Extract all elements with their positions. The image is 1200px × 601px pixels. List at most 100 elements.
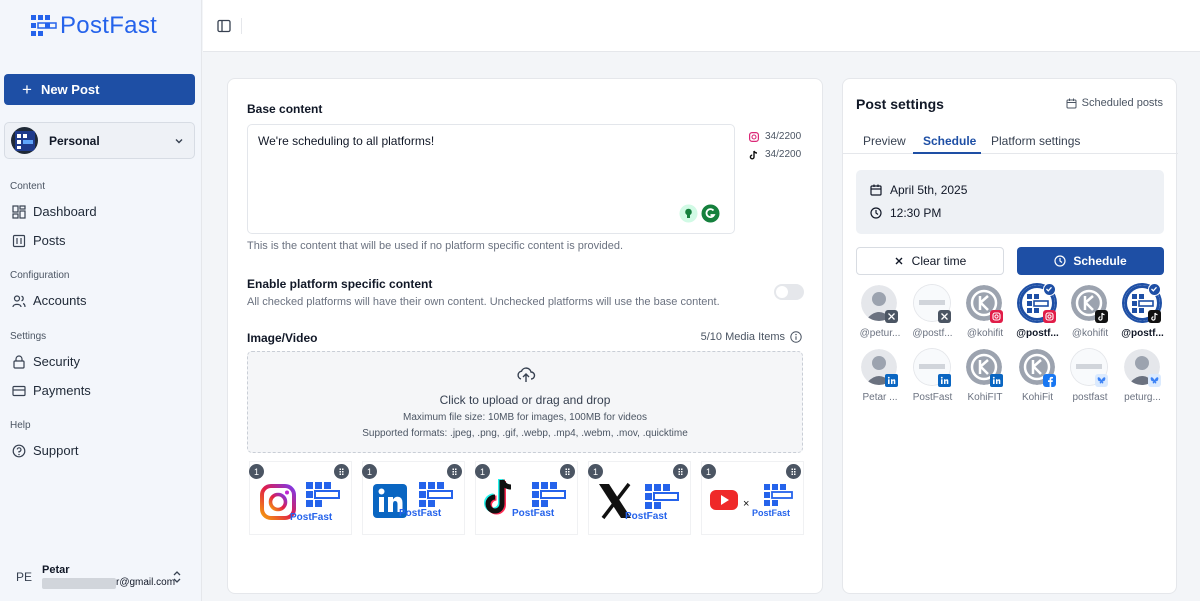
media-caption: PostFast bbox=[290, 512, 333, 523]
post-settings-title: Post settings bbox=[856, 96, 944, 112]
tiktok-char-counter: 34/2200 bbox=[749, 149, 801, 160]
clock-icon bbox=[870, 207, 882, 219]
base-content-input[interactable]: We're scheduling to all platforms! bbox=[247, 124, 735, 234]
sidebar-toggle-icon[interactable] bbox=[217, 19, 231, 33]
schedule-time-text: 12:30 PM bbox=[890, 206, 942, 220]
account-tiktok-4[interactable]: @kohifit bbox=[1067, 285, 1117, 343]
tab-preview[interactable]: Preview bbox=[863, 134, 906, 148]
media-dropzone[interactable]: Click to upload or drag and drop Maximum… bbox=[247, 351, 803, 453]
nav-support[interactable]: Support bbox=[12, 443, 79, 458]
media-separator: × bbox=[743, 498, 750, 510]
upload-cloud-icon bbox=[517, 367, 536, 382]
nav-payments-label: Payments bbox=[33, 383, 91, 398]
account-name: @kohifit bbox=[966, 328, 1004, 339]
plus-icon: + bbox=[22, 80, 32, 99]
dropzone-formats-text: Supported formats: .jpeg, .png, .gif, .w… bbox=[362, 428, 688, 439]
user-initials: PE bbox=[16, 570, 33, 584]
x-postfast-image bbox=[599, 482, 679, 520]
facebook-icon bbox=[1042, 374, 1056, 387]
user-email: r@gmail.com bbox=[116, 577, 176, 588]
account-name: KohiFit bbox=[1021, 392, 1054, 403]
instagram-icon bbox=[749, 131, 759, 142]
grammarly-icon[interactable] bbox=[701, 204, 720, 223]
new-post-button[interactable]: + New Post bbox=[4, 74, 195, 105]
dropzone-size-text: Maximum file size: 10MB for images, 100M… bbox=[403, 412, 647, 423]
tab-schedule[interactable]: Schedule bbox=[923, 134, 976, 148]
tiktok-icon bbox=[749, 150, 758, 159]
nav-dashboard[interactable]: Dashboard bbox=[12, 204, 97, 219]
account-name: @kohifit bbox=[1071, 328, 1109, 339]
scheduled-posts-link[interactable]: Scheduled posts bbox=[1066, 97, 1163, 109]
media-thumbnail[interactable]: 1 PostFast bbox=[588, 461, 691, 535]
active-tab-indicator bbox=[913, 152, 981, 154]
info-icon[interactable] bbox=[790, 331, 802, 343]
nav-accounts[interactable]: Accounts bbox=[12, 293, 86, 308]
media-thumbnail[interactable]: 1 PostFast bbox=[362, 461, 465, 535]
account-name: @petur... bbox=[859, 328, 901, 339]
nav-posts[interactable]: Posts bbox=[12, 233, 66, 248]
account-bluesky-11[interactable]: peturg... bbox=[1120, 349, 1170, 407]
account-facebook-9[interactable]: KohiFit bbox=[1015, 349, 1065, 407]
close-icon bbox=[895, 257, 903, 265]
tiktok-icon bbox=[1147, 310, 1161, 323]
platform-content-hint: All checked platforms will have their ow… bbox=[247, 296, 720, 308]
user-name: Petar bbox=[42, 564, 70, 576]
clock-icon bbox=[1054, 255, 1066, 267]
platform-content-toggle[interactable] bbox=[774, 284, 804, 300]
account-tiktok-5[interactable]: @postf... bbox=[1120, 283, 1170, 343]
lightbulb-icon[interactable] bbox=[679, 204, 698, 223]
media-caption: PostFast bbox=[512, 508, 555, 519]
account-bluesky-10[interactable]: postfast bbox=[1067, 349, 1117, 407]
user-menu[interactable]: PE Petar r@gmail.com bbox=[16, 562, 191, 592]
nav-support-label: Support bbox=[33, 443, 79, 458]
account-instagram-3[interactable]: @postf... bbox=[1015, 283, 1065, 343]
media-count-text: 5/10 Media Items bbox=[700, 331, 785, 343]
textarea-tools bbox=[679, 204, 720, 223]
tab-platform-settings[interactable]: Platform settings bbox=[991, 134, 1080, 148]
account-linkedin-7[interactable]: PostFast bbox=[910, 349, 960, 407]
account-name: postfast bbox=[1072, 392, 1108, 403]
base-content-hint: This is the content that will be used if… bbox=[247, 240, 624, 252]
media-thumbnail[interactable]: 1 × PostFast bbox=[701, 461, 804, 535]
schedule-datetime[interactable]: April 5th, 2025 12:30 PM bbox=[856, 170, 1164, 234]
nav-posts-label: Posts bbox=[33, 233, 66, 248]
card-icon bbox=[12, 385, 26, 396]
account-instagram-2[interactable]: @kohifit bbox=[962, 285, 1012, 343]
dashboard-icon bbox=[12, 204, 26, 219]
dropzone-main-text: Click to upload or drag and drop bbox=[439, 393, 611, 407]
workspace-selector[interactable]: Personal bbox=[4, 122, 195, 159]
scheduled-posts-label: Scheduled posts bbox=[1081, 97, 1163, 109]
schedule-time: 12:30 PM bbox=[870, 206, 941, 220]
account-name: @postf... bbox=[1121, 328, 1164, 339]
tiktok-icon bbox=[1095, 310, 1108, 323]
section-title-configuration: Configuration bbox=[10, 270, 70, 281]
nav-security[interactable]: Security bbox=[12, 354, 80, 369]
base-content-label: Base content bbox=[247, 102, 323, 116]
account-x-1[interactable]: @postf... bbox=[910, 285, 960, 343]
instagram-icon bbox=[1042, 310, 1056, 323]
platform-content-label: Enable platform specific content bbox=[247, 277, 433, 291]
postfast-logo-icon bbox=[31, 15, 57, 36]
account-linkedin-8[interactable]: KohiFIT bbox=[962, 349, 1012, 407]
x-icon bbox=[885, 310, 898, 323]
media-thumbnail[interactable]: 1 PostFast bbox=[249, 461, 352, 535]
instagram-count: 34/2200 bbox=[765, 131, 802, 142]
media-caption: PostFast bbox=[399, 508, 442, 519]
nav-payments[interactable]: Payments bbox=[12, 383, 91, 398]
sidebar: PostFast + New Post Personal Content Das… bbox=[0, 0, 202, 601]
media-thumbnail[interactable]: 1 PostFast bbox=[475, 461, 578, 535]
account-name: peturg... bbox=[1124, 392, 1161, 403]
top-bar bbox=[203, 0, 1200, 52]
nav-accounts-label: Accounts bbox=[33, 293, 87, 308]
section-title-content: Content bbox=[10, 181, 46, 192]
linkedin-icon bbox=[937, 374, 951, 387]
account-x-0[interactable]: @petur... bbox=[857, 285, 907, 343]
nav-security-label: Security bbox=[33, 354, 80, 369]
posts-icon bbox=[12, 234, 26, 247]
schedule-label: Schedule bbox=[1073, 254, 1127, 268]
instagram-postfast-image bbox=[260, 482, 340, 520]
schedule-button[interactable]: Schedule bbox=[1017, 247, 1164, 275]
logo[interactable]: PostFast bbox=[30, 12, 157, 40]
clear-time-button[interactable]: Clear time bbox=[856, 247, 1004, 275]
account-linkedin-6[interactable]: Petar ... bbox=[857, 349, 907, 407]
